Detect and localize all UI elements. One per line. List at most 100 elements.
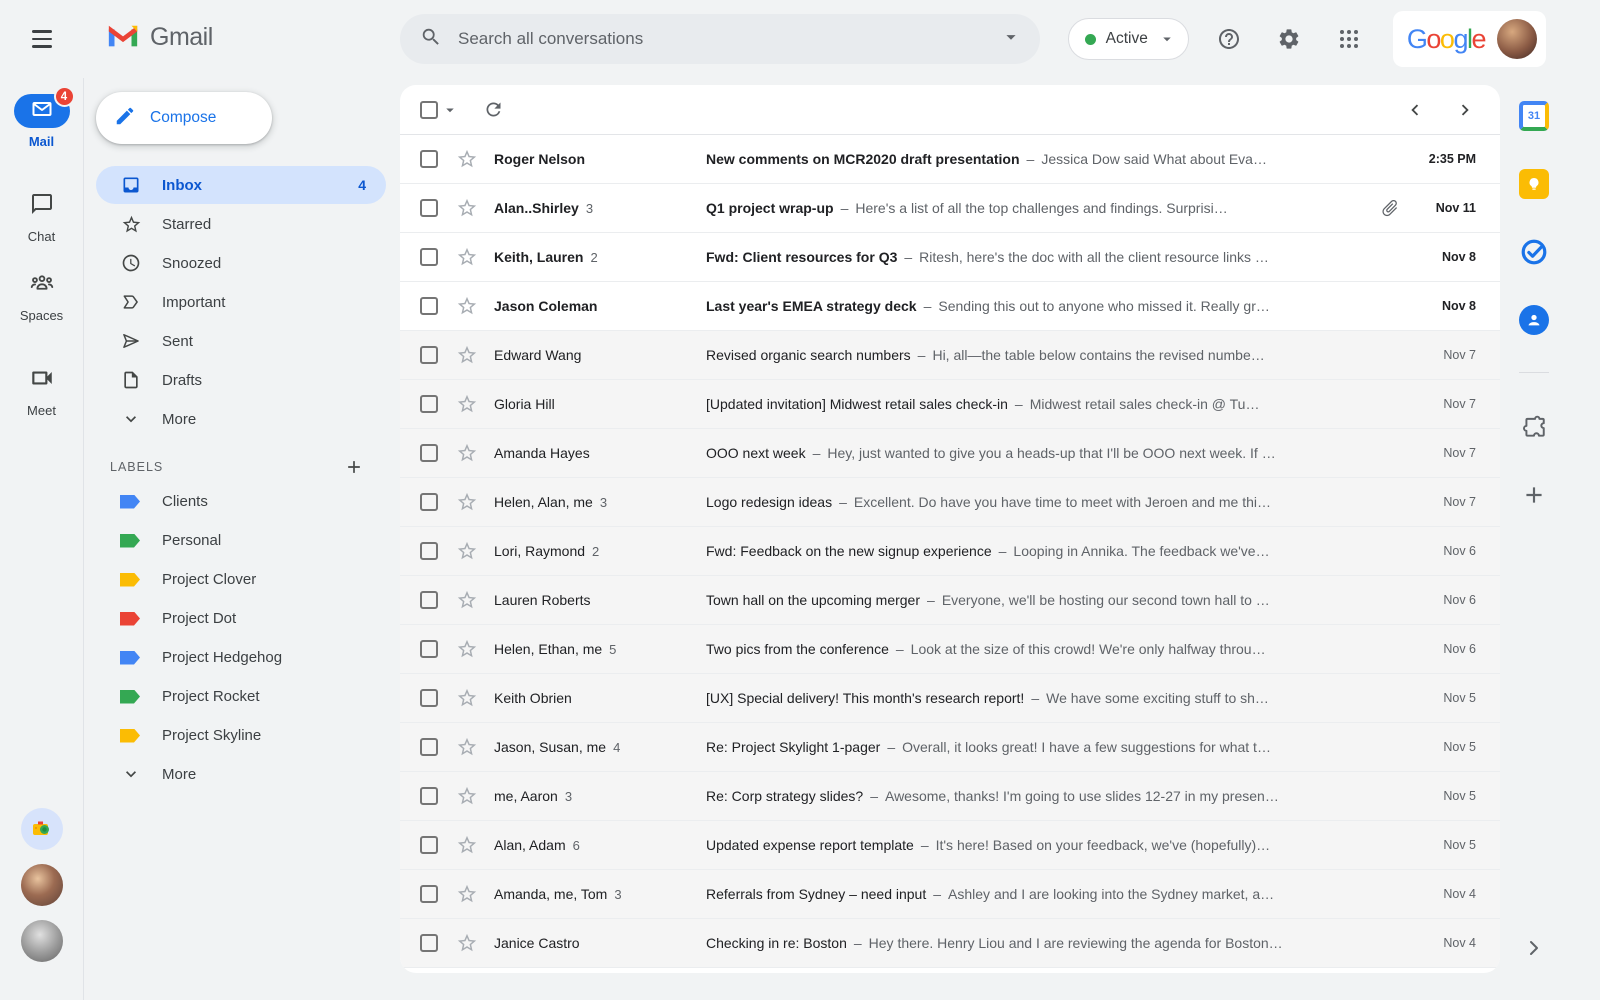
email-row[interactable]: Keith Obrien [UX] Special delivery! This… <box>400 674 1500 723</box>
star-icon[interactable] <box>456 344 478 366</box>
sidebar-label-project-hedgehog[interactable]: Project Hedgehog <box>96 638 386 677</box>
star-icon[interactable] <box>456 785 478 807</box>
sidebar-item-starred[interactable]: Starred <box>96 205 386 243</box>
search-input[interactable]: Search all conversations <box>458 29 1000 49</box>
contact-avatar-1[interactable] <box>20 864 63 906</box>
row-checkbox[interactable] <box>420 444 438 462</box>
sidebar-item-snoozed[interactable]: Snoozed <box>96 244 386 282</box>
get-addons-button[interactable] <box>1514 409 1554 445</box>
search-bar[interactable]: Search all conversations <box>400 14 1040 64</box>
sidebar-label-personal[interactable]: Personal <box>96 521 386 560</box>
row-checkbox[interactable] <box>420 395 438 413</box>
search-options-caret-icon[interactable] <box>1000 26 1022 53</box>
email-row[interactable]: me, Aaron 3 Re: Corp strategy slides? – A… <box>400 772 1500 821</box>
email-row[interactable]: Helen, Alan, me 3 Logo redesign ideas – E… <box>400 478 1500 527</box>
email-row[interactable]: Amanda, me, Tom 3 Referrals from Sydney –… <box>400 870 1500 919</box>
row-checkbox[interactable] <box>420 787 438 805</box>
contact-avatar-2[interactable] <box>20 920 63 962</box>
star-icon[interactable] <box>456 148 478 170</box>
email-row[interactable]: Lauren Roberts Town hall on the upcoming… <box>400 576 1500 625</box>
star-icon[interactable] <box>456 393 478 415</box>
email-row[interactable]: Amanda Hayes OOO next week – Hey, just w… <box>400 429 1500 478</box>
google-apps-button[interactable] <box>1329 19 1369 59</box>
email-row[interactable]: Jason Coleman Last year's EMEA strategy … <box>400 282 1500 331</box>
row-checkbox[interactable] <box>420 199 438 217</box>
rail-divider <box>1519 372 1549 373</box>
star-icon[interactable] <box>456 932 478 954</box>
email-row[interactable]: Alan, Adam 6 Updated expense report templ… <box>400 821 1500 870</box>
snippet-text: Jessica Dow said What about Eva… <box>1041 151 1267 167</box>
star-icon[interactable] <box>456 295 478 317</box>
tasks-button[interactable] <box>1514 234 1554 270</box>
snippet-text: Hey there. Henry Liou and I are reviewin… <box>868 935 1283 951</box>
email-row[interactable]: Edward Wang Revised organic search numbe… <box>400 331 1500 380</box>
sidebar-label-project-skyline[interactable]: Project Skyline <box>96 716 386 755</box>
sidebar-item-sent[interactable]: Sent <box>96 322 386 360</box>
email-row[interactable]: Janice Castro Checking in re: Boston – H… <box>400 919 1500 968</box>
sidebar-label-project-rocket[interactable]: Project Rocket <box>96 677 386 716</box>
create-label-button[interactable] <box>344 457 364 477</box>
star-icon[interactable] <box>456 491 478 513</box>
star-icon[interactable] <box>456 736 478 758</box>
email-row[interactable]: Jason, Susan, me 4 Re: Project Skylight 1… <box>400 723 1500 772</box>
row-checkbox[interactable] <box>420 248 438 266</box>
star-icon[interactable] <box>456 197 478 219</box>
compose-button[interactable]: Compose <box>96 92 272 144</box>
add-side-app-button[interactable] <box>1514 477 1554 513</box>
star-icon[interactable] <box>456 883 478 905</box>
email-row[interactable]: Keith, Lauren 2 Fwd: Client resources for… <box>400 233 1500 282</box>
sidebar-item-more[interactable]: More <box>96 400 386 438</box>
sidebar-label-clients[interactable]: Clients <box>96 482 386 521</box>
rail-app-chat[interactable]: Chat <box>14 189 70 244</box>
star-icon[interactable] <box>456 540 478 562</box>
settings-button[interactable] <box>1269 19 1309 59</box>
star-icon[interactable] <box>456 834 478 856</box>
refresh-button[interactable] <box>483 99 504 120</box>
row-checkbox[interactable] <box>420 738 438 756</box>
rail-app-mail[interactable]: 4 Mail <box>13 86 75 149</box>
status-selector[interactable]: Active <box>1067 18 1189 60</box>
main-menu-icon[interactable] <box>20 17 64 61</box>
row-checkbox[interactable] <box>420 934 438 952</box>
contacts-button[interactable] <box>1514 302 1554 338</box>
profile-avatar[interactable] <box>1497 19 1537 59</box>
google-account-card[interactable]: Google <box>1392 11 1546 67</box>
row-checkbox[interactable] <box>420 542 438 560</box>
star-icon[interactable] <box>456 638 478 660</box>
select-all-checkbox[interactable] <box>420 100 438 119</box>
camera-avatar[interactable] <box>20 808 63 850</box>
email-row[interactable]: Alan..Shirley 3 Q1 project wrap-up – Here… <box>400 184 1500 233</box>
email-row[interactable]: Lori, Raymond 2 Fwd: Feedback on the new … <box>400 527 1500 576</box>
row-checkbox[interactable] <box>420 150 438 168</box>
sidebar-item-important[interactable]: Important <box>96 283 386 321</box>
email-row[interactable]: Roger Nelson New comments on MCR2020 dra… <box>400 135 1500 184</box>
sidebar-label-project-dot[interactable]: Project Dot <box>96 599 386 638</box>
select-options-caret-icon[interactable] <box>441 101 459 119</box>
star-icon[interactable] <box>456 442 478 464</box>
rail-app-spaces[interactable]: Spaces <box>14 268 70 323</box>
expand-side-panel-button[interactable] <box>1522 936 1546 960</box>
older-button[interactable] <box>1454 99 1476 121</box>
row-checkbox[interactable] <box>420 297 438 315</box>
row-checkbox[interactable] <box>420 689 438 707</box>
row-checkbox[interactable] <box>420 640 438 658</box>
sidebar-item-inbox[interactable]: Inbox 4 <box>96 166 386 204</box>
rail-app-meet[interactable]: Meet <box>14 363 70 418</box>
newer-button[interactable] <box>1404 99 1426 121</box>
row-checkbox[interactable] <box>420 885 438 903</box>
row-checkbox[interactable] <box>420 836 438 854</box>
row-checkbox[interactable] <box>420 591 438 609</box>
calendar-button[interactable]: 31 <box>1514 98 1554 134</box>
sidebar-label-project-clover[interactable]: Project Clover <box>96 560 386 599</box>
star-icon[interactable] <box>456 246 478 268</box>
star-icon[interactable] <box>456 687 478 709</box>
sidebar-item-drafts[interactable]: Drafts <box>96 361 386 399</box>
email-row[interactable]: Helen, Ethan, me 5 Two pics from the conf… <box>400 625 1500 674</box>
labels-more-item[interactable]: More <box>96 755 386 793</box>
help-button[interactable] <box>1209 19 1249 59</box>
row-checkbox[interactable] <box>420 346 438 364</box>
email-row[interactable]: Gloria Hill [Updated invitation] Midwest… <box>400 380 1500 429</box>
star-icon[interactable] <box>456 589 478 611</box>
row-checkbox[interactable] <box>420 493 438 511</box>
keep-button[interactable] <box>1514 166 1554 202</box>
